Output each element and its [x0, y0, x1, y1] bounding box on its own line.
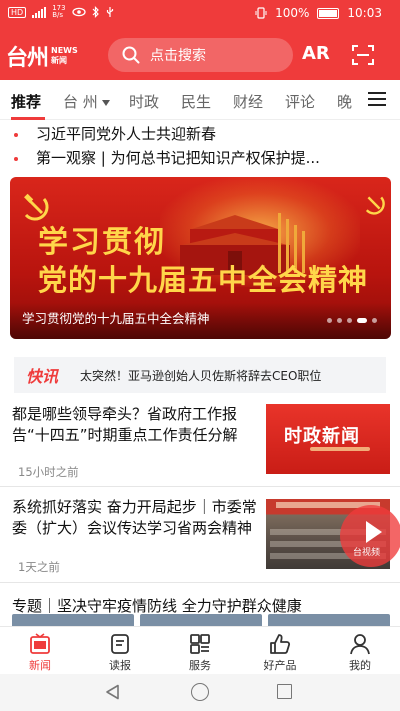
signal-icon: [32, 6, 47, 18]
scan-icon[interactable]: [352, 44, 374, 66]
tab-taizhou[interactable]: 台 州: [63, 91, 110, 112]
top-header-area: HD 173 B/s 100% 10:03 台州 NEWS 新闻 点击搜索 AR: [0, 0, 400, 80]
profile-icon: [350, 634, 370, 655]
channel-tabs: 推荐 台 州 时政 民生 财经 评论 晚: [0, 80, 400, 120]
banner-headline: 学习贯彻: [38, 225, 166, 260]
play-icon: [366, 521, 382, 543]
bullet-dot: [14, 132, 18, 137]
nav-profile[interactable]: 我的: [320, 627, 400, 674]
tab-politics[interactable]: 时政: [129, 91, 159, 112]
headline-item[interactable]: 第一观察 | 为何总书记把知识产权保护提...: [14, 147, 394, 168]
carousel-dot: [337, 318, 342, 323]
nav-services[interactable]: 服务: [160, 627, 240, 674]
thumbs-up-icon: [270, 634, 291, 654]
topic-title[interactable]: 专题｜坚决守牢疫情防线 全力守护群众健康: [12, 595, 302, 616]
carousel-dot: [372, 318, 377, 323]
tab-finance[interactable]: 财经: [233, 91, 263, 112]
carousel-dot-active: [357, 318, 367, 323]
app-logo[interactable]: 台州 NEWS 新闻: [6, 40, 78, 72]
news-icon: [30, 633, 50, 654]
app-header: 台州 NEWS 新闻 点击搜索 AR: [0, 34, 400, 74]
search-bar[interactable]: 点击搜索: [108, 38, 293, 72]
home-icon[interactable]: [191, 683, 209, 701]
channel-menu-icon[interactable]: [368, 92, 386, 106]
search-placeholder: 点击搜索: [150, 48, 206, 64]
back-icon[interactable]: [105, 684, 121, 700]
video-float-button[interactable]: 台视频: [340, 505, 400, 567]
carousel-indicator: [327, 318, 377, 323]
carousel-dot: [327, 318, 332, 323]
net-speed: 173 B/s: [52, 4, 66, 19]
hd-badge: HD: [8, 6, 27, 18]
carousel-dot: [347, 318, 352, 323]
chevron-down-icon: [101, 99, 110, 106]
vibrate-icon: [255, 7, 267, 19]
search-icon: [122, 46, 140, 64]
headline-item[interactable]: 习近平同党外人士共迎新春: [14, 123, 394, 144]
tab-recommend[interactable]: 推荐: [11, 91, 41, 112]
battery-icon: [317, 7, 340, 19]
flash-news-bar[interactable]: 快讯 太突然！亚马逊创始人贝佐斯将辞去CEO职位: [14, 357, 386, 393]
battery-percent: 100%: [275, 6, 310, 20]
eye-icon: [71, 7, 86, 17]
tab-commentary[interactable]: 评论: [285, 91, 315, 112]
usb-icon: [106, 7, 113, 17]
bullet-dot: [14, 156, 18, 161]
article-item[interactable]: 都是哪些领导牵头？省政府工作报告“十四五”时期重点工作责任分解 15小时之前 时…: [0, 400, 400, 487]
tab-livelihood[interactable]: 民生: [181, 91, 211, 112]
status-bar: HD 173 B/s 100% 10:03: [0, 0, 400, 28]
flash-text: 太突然！亚马逊创始人贝佐斯将辞去CEO职位: [80, 368, 322, 383]
ar-button[interactable]: AR: [302, 43, 330, 64]
nav-news[interactable]: 新闻: [0, 627, 80, 674]
article-title: 系统抓好落实 奋力开局起步｜市委常委（扩大）会议传达学习省两会精神: [12, 498, 257, 537]
carousel-banner[interactable]: 学习贯彻 党的十九届五中全会精神 学习贯彻党的十九届五中全会精神: [10, 177, 391, 339]
banner-caption: 学习贯彻党的十九届五中全会精神: [22, 311, 210, 326]
flash-tag: 快讯: [26, 367, 59, 386]
services-icon: [190, 634, 210, 654]
thumbnail-text: 时政新闻: [284, 426, 360, 447]
article-time: 15小时之前: [18, 465, 79, 479]
system-nav-bar: [0, 674, 400, 711]
active-tab-indicator: [11, 117, 45, 120]
bluetooth-icon: [92, 6, 99, 18]
topic-images: [12, 614, 390, 626]
article-time: 1天之前: [18, 560, 60, 574]
bottom-navigation: 新闻 读报 服务 好产品 我的: [0, 626, 400, 674]
nav-good-products[interactable]: 好产品: [240, 627, 320, 674]
float-button-label: 台视频: [353, 548, 381, 558]
recent-apps-icon[interactable]: [277, 684, 292, 699]
tab-evening[interactable]: 晚: [337, 91, 352, 112]
nav-newspaper[interactable]: 读报: [80, 627, 160, 674]
hammer-sickle-icon: [365, 196, 385, 215]
article-thumbnail: 时政新闻: [266, 404, 390, 474]
article-title: 都是哪些领导牵头？省政府工作报告“十四五”时期重点工作责任分解: [12, 405, 238, 444]
newspaper-icon: [111, 634, 129, 654]
banner-subheadline: 党的十九届五中全会精神: [38, 263, 369, 297]
clock: 10:03: [347, 6, 382, 20]
